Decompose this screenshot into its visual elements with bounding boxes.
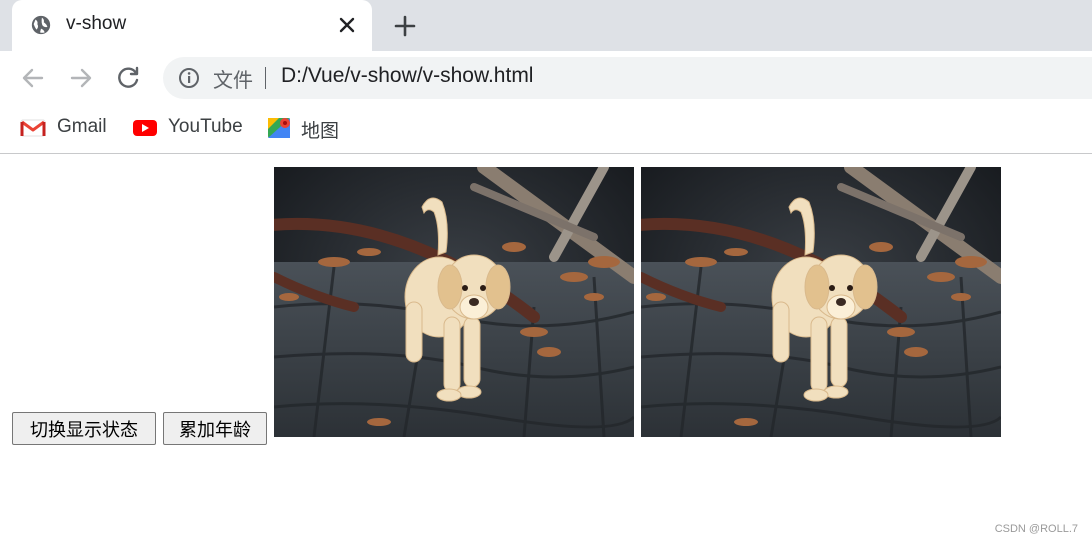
address-bar[interactable]: 文件 D:/Vue/v-show/v-show.html bbox=[163, 57, 1092, 99]
watermark: CSDN @ROLL.7 bbox=[994, 523, 1078, 535]
puppy-image bbox=[274, 167, 634, 437]
bookmark-label: 地图 bbox=[301, 121, 340, 142]
close-icon[interactable] bbox=[338, 16, 356, 34]
page-content: 切换显示状态 累加年龄 CSDN @ROLL.7 bbox=[0, 154, 1092, 543]
maps-icon bbox=[268, 118, 290, 138]
tab-title: v-show bbox=[66, 13, 127, 34]
puppy-image bbox=[641, 167, 1001, 437]
bookmark-label: Gmail bbox=[57, 116, 107, 137]
bookmark-label: YouTube bbox=[168, 116, 243, 137]
increment-age-button[interactable]: 累加年龄 bbox=[163, 412, 267, 445]
toggle-display-button[interactable]: 切换显示状态 bbox=[12, 412, 156, 445]
tab-strip: v-show bbox=[0, 0, 1092, 51]
address-separator bbox=[265, 67, 266, 89]
bookmarks-bar: Gmail YouTube 地图 bbox=[0, 104, 1092, 154]
gmail-icon bbox=[20, 119, 46, 137]
forward-arrow-icon[interactable] bbox=[68, 65, 94, 91]
browser-toolbar: 文件 D:/Vue/v-show/v-show.html bbox=[0, 51, 1092, 104]
url-text[interactable]: D:/Vue/v-show/v-show.html bbox=[281, 64, 533, 88]
back-arrow-icon[interactable] bbox=[20, 65, 46, 91]
youtube-icon bbox=[133, 120, 157, 136]
new-tab-icon[interactable] bbox=[393, 14, 417, 38]
browser-tab[interactable]: v-show bbox=[12, 0, 372, 51]
reload-icon[interactable] bbox=[116, 65, 142, 91]
globe-icon bbox=[31, 15, 51, 35]
info-icon[interactable] bbox=[178, 67, 200, 89]
scheme-label: 文件 bbox=[213, 68, 253, 92]
